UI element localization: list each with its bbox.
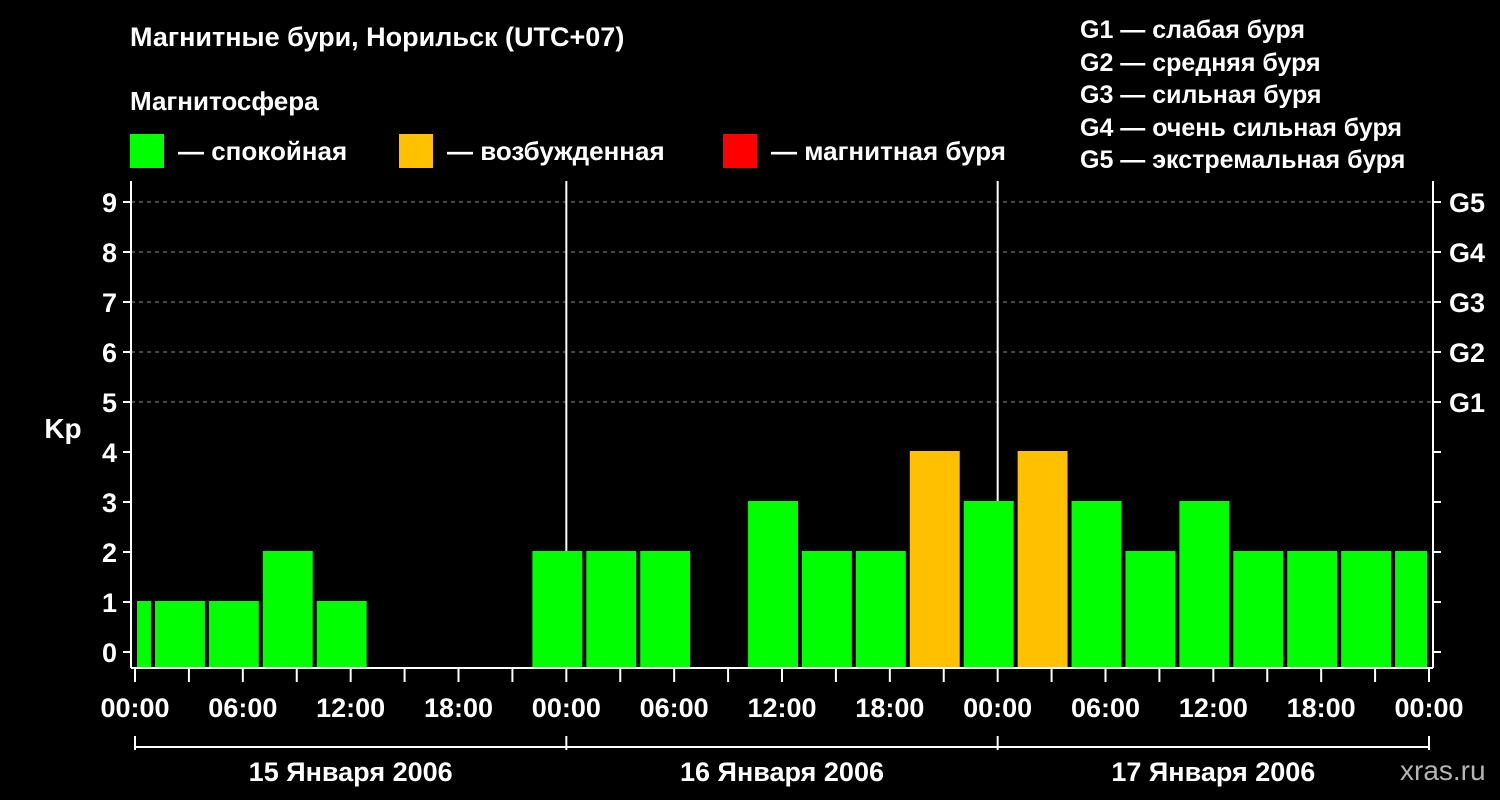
y-tick-label: 1 — [102, 588, 117, 618]
kp-bar — [316, 601, 367, 668]
kp-bar — [640, 551, 691, 668]
kp-bar — [1287, 551, 1338, 668]
y-tick-label: 2 — [102, 538, 117, 568]
y-tick-label: 7 — [102, 288, 117, 318]
kp-bar — [1341, 551, 1392, 668]
g-level-label: G2 — [1449, 338, 1485, 368]
kp-bar — [748, 501, 798, 668]
kp-bar — [1233, 551, 1284, 668]
x-tick-label: 12:00 — [1179, 693, 1248, 723]
kp-bar — [586, 551, 637, 668]
kp-bar — [909, 451, 960, 668]
y-tick-label: 9 — [102, 188, 117, 218]
x-tick-label: 06:00 — [640, 693, 709, 723]
g-level-label: G4 — [1449, 238, 1485, 268]
kp-bar — [1395, 551, 1427, 668]
y-tick-label: 6 — [102, 338, 117, 368]
x-tick-label: 00:00 — [532, 693, 601, 723]
kp-bar — [262, 551, 313, 668]
kp-bar — [1179, 501, 1230, 668]
y-tick-label: 3 — [102, 488, 117, 518]
kp-bar — [855, 551, 906, 668]
kp-bar — [1125, 551, 1176, 668]
day-label: 16 Января 2006 — [680, 757, 884, 787]
x-tick-label: 12:00 — [747, 693, 816, 723]
y-tick-label: 0 — [102, 638, 117, 668]
kp-bar — [1017, 451, 1068, 668]
kp-bar — [532, 551, 583, 668]
x-tick-label: 18:00 — [1287, 693, 1356, 723]
watermark: xras.ru — [1400, 755, 1486, 786]
y-tick-label: 5 — [102, 388, 117, 418]
x-tick-label: 00:00 — [100, 693, 169, 723]
x-tick-label: 12:00 — [316, 693, 385, 723]
kp-bar — [963, 501, 1014, 668]
x-tick-label: 06:00 — [208, 693, 277, 723]
kp-bar — [154, 601, 205, 668]
kp-bar — [137, 601, 151, 668]
y-tick-label: 4 — [102, 438, 117, 468]
x-tick-label: 00:00 — [1394, 693, 1463, 723]
x-tick-label: 18:00 — [855, 693, 924, 723]
g-level-label: G1 — [1449, 388, 1485, 418]
y-tick-label: 8 — [102, 238, 117, 268]
day-label: 15 Января 2006 — [249, 757, 453, 787]
x-tick-label: 06:00 — [1071, 693, 1140, 723]
kp-bar — [1071, 501, 1122, 668]
x-tick-label: 18:00 — [424, 693, 493, 723]
day-label: 17 Января 2006 — [1111, 757, 1315, 787]
kp-bar — [208, 601, 259, 668]
g-level-label: G3 — [1449, 288, 1485, 318]
y-axis-label: Kp — [44, 413, 81, 444]
kp-bar — [801, 551, 852, 668]
kp-bar-chart: 0 1 2 3 4 5 6 7 8 9 G1 G2 G3 G4 G5 Kp 00:00 06:00 12:00 18:… — [44, 181, 1485, 787]
x-tick-label: 00:00 — [963, 693, 1032, 723]
g-level-label: G5 — [1449, 188, 1485, 218]
